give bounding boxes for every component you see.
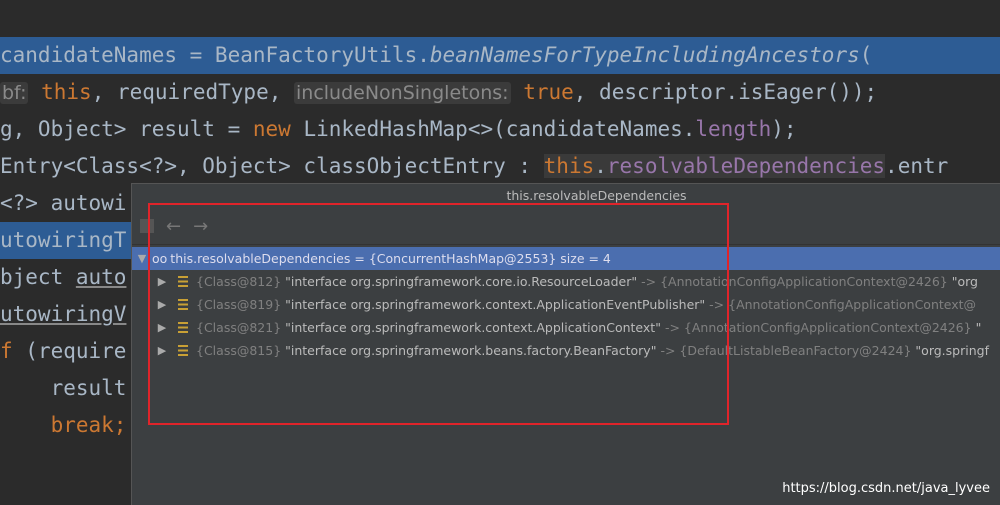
code-line[interactable]: candidateNames = BeanFactoryUtils.beanNa… xyxy=(0,37,1000,74)
code-text: utowiringT xyxy=(0,228,127,252)
param-hint: includeNonSingletons: xyxy=(294,82,511,104)
entry-string: " xyxy=(975,320,982,335)
code-text: Entry<Class<?>, Object> classObjectEntry… xyxy=(0,154,544,178)
code-text: g, Object> result = xyxy=(0,117,253,141)
method-call: beanNamesForTypeIncludingAncestors xyxy=(429,43,860,67)
keyword: this xyxy=(543,154,595,178)
code-text: <?> autowi xyxy=(0,191,127,215)
field: resolvableDependencies xyxy=(606,154,886,178)
code-text: , requiredType, xyxy=(91,80,294,104)
code-text: .entr xyxy=(885,154,949,178)
code-line[interactable]: bf: this, requiredType, includeNonSingle… xyxy=(0,74,1000,111)
code-text: candidateNames = BeanFactoryUtils. xyxy=(0,43,430,67)
keyword: true xyxy=(510,80,574,104)
entry-string: "org.springf xyxy=(915,343,989,358)
code-text: bject xyxy=(0,265,76,289)
code-text: ); xyxy=(771,117,797,141)
code-text: result. xyxy=(0,376,140,400)
code-text: (require xyxy=(12,339,127,363)
code-text: utowiringV xyxy=(0,302,127,326)
watermark: https://blog.csdn.net/java_lyvee xyxy=(782,481,990,496)
code-line[interactable]: Entry<Class<?>, Object> classObjectEntry… xyxy=(0,148,1000,185)
code-text: auto xyxy=(75,265,127,289)
param-hint: bf: xyxy=(0,82,29,104)
keyword: f xyxy=(0,339,13,363)
code-line[interactable]: g, Object> result = new LinkedHashMap<>(… xyxy=(0,111,1000,148)
keyword: new xyxy=(252,117,291,141)
keyword: break; xyxy=(50,413,127,437)
entry-string: "org xyxy=(951,274,978,289)
keyword: this xyxy=(28,80,92,104)
code-text: ( xyxy=(859,43,873,67)
field: length xyxy=(695,117,772,141)
code-text: . xyxy=(594,154,607,178)
code-text: , descriptor.isEager()); xyxy=(573,80,878,104)
entry-value: {AnnotationConfigApplicationContext@ xyxy=(728,297,977,312)
code-text: LinkedHashMap<>(candidateNames. xyxy=(290,117,696,141)
annotation-box xyxy=(148,203,729,425)
